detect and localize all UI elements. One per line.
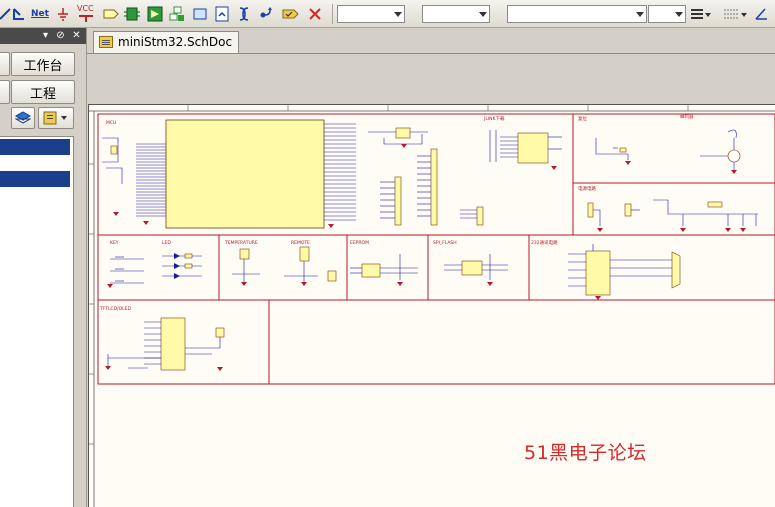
schematic-drawing[interactable]: MCU JLINK下载 复位 蜂鸣器 电源电路 KEY LED TEMPERAT… xyxy=(88,104,775,507)
tree-row-selected[interactable] xyxy=(0,171,70,187)
block-title-key: KEY xyxy=(110,240,119,246)
close-icon[interactable]: ✕ xyxy=(71,30,82,41)
spi-flash-chip[interactable] xyxy=(444,254,508,286)
device-sheet-icon[interactable] xyxy=(213,5,231,23)
power-circuit[interactable] xyxy=(587,199,758,232)
vcc-power-icon[interactable]: VCC xyxy=(76,4,96,23)
pin-icon[interactable]: ⊘ xyxy=(55,30,66,41)
layers-icon xyxy=(15,111,31,124)
chevron-down-icon xyxy=(675,12,683,17)
block-title-jlink: JLINK下载 xyxy=(483,115,505,122)
block-title-reset: 复位 xyxy=(578,115,587,122)
key-led-circuit[interactable] xyxy=(107,253,202,288)
block-title-power: 电源电路 xyxy=(578,185,596,192)
block-title-tftlcd: TFTLCD/OLED xyxy=(99,306,132,312)
directive-icon[interactable] xyxy=(282,5,300,23)
grid-icon[interactable] xyxy=(723,5,749,23)
vcc-text: VCC xyxy=(77,4,94,13)
schematic-document-icon xyxy=(99,36,113,48)
block-title-temperature: TEMPERATURE xyxy=(224,240,258,246)
toolbar-combo-1[interactable] xyxy=(337,5,405,23)
harness-icon[interactable] xyxy=(168,5,186,23)
chevron-down-icon[interactable]: ▾ xyxy=(40,30,51,41)
tftlcd-connector[interactable] xyxy=(105,317,225,371)
panel-header: ▾ ⊘ ✕ xyxy=(0,28,86,44)
net-label-icon[interactable]: Net xyxy=(30,5,50,23)
buzzer-circuit[interactable] xyxy=(700,129,741,174)
align-icon[interactable] xyxy=(690,5,712,23)
net-label-text: Net xyxy=(31,9,49,19)
toolbar-combo-2[interactable] xyxy=(422,5,490,23)
schematic-toolbar: Net VCC xyxy=(0,0,775,28)
chevron-down-icon xyxy=(479,12,487,17)
block-title-led: LED xyxy=(162,240,171,246)
project-tree[interactable] xyxy=(0,136,74,507)
tab-schdoc[interactable]: miniStm32.SchDoc xyxy=(93,31,240,53)
toolbar-combo-3[interactable] xyxy=(507,5,647,23)
project-button[interactable]: 工程 xyxy=(11,80,75,104)
port-icon[interactable] xyxy=(102,5,120,23)
chevron-down-icon xyxy=(636,12,644,17)
bus-entry-icon[interactable] xyxy=(10,5,28,23)
eeprom-chip[interactable] xyxy=(350,254,418,286)
place-icon[interactable] xyxy=(755,5,775,23)
off-sheet-icon[interactable] xyxy=(258,5,276,23)
bus-icon[interactable] xyxy=(235,5,253,23)
block-title-buzzer: 蜂鸣器 xyxy=(680,113,694,120)
reset-circuit[interactable] xyxy=(595,138,631,165)
project-label: 工程 xyxy=(29,86,56,102)
workbench-label: 工作台 xyxy=(23,58,63,74)
chevron-down-icon xyxy=(394,12,402,17)
toolbar-separator xyxy=(332,4,333,24)
block-title-spi-flash: SPI_FLASH xyxy=(433,240,457,246)
tab-label: miniStm32.SchDoc xyxy=(118,35,233,49)
jlink-connector[interactable] xyxy=(489,130,562,170)
projects-panel: ▾ ⊘ ✕ 工作台 工程 xyxy=(0,28,86,507)
document-icon xyxy=(43,111,67,125)
compile-button[interactable] xyxy=(11,107,35,129)
panel-edge-button[interactable] xyxy=(0,52,10,76)
sheet-symbol-icon[interactable] xyxy=(146,5,164,23)
tab-strip xyxy=(87,53,775,54)
tree-row-selected[interactable] xyxy=(0,139,70,155)
tree-row[interactable] xyxy=(0,155,70,171)
block-title-remote: REMOTE xyxy=(291,240,310,246)
workbench-button[interactable]: 工作台 xyxy=(11,52,75,76)
block-title-rs232: 232通讯电路 xyxy=(531,239,558,246)
temperature-remote-circuit[interactable] xyxy=(232,246,337,286)
forum-watermark: 51黑电子论坛 xyxy=(524,442,647,464)
block-title-eeprom: EEPROM xyxy=(350,240,369,246)
part-icon[interactable] xyxy=(123,5,141,23)
rs232-circuit[interactable] xyxy=(568,244,681,300)
delete-icon[interactable] xyxy=(306,5,324,23)
mcu-chip[interactable] xyxy=(102,119,356,229)
sheet-entry-icon[interactable] xyxy=(191,5,209,23)
panel-edge-button[interactable] xyxy=(0,80,10,104)
ground-power-icon[interactable] xyxy=(54,5,72,23)
toolbar-combo-4[interactable] xyxy=(648,5,686,23)
project-options-button[interactable] xyxy=(38,107,74,129)
connector-headers[interactable] xyxy=(368,127,484,226)
block-title-mcu: MCU xyxy=(106,120,116,126)
